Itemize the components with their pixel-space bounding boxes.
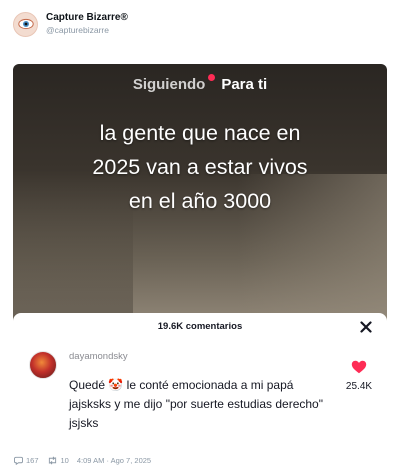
account-names: Capture Bizarre® @capturebizarre xyxy=(46,12,128,36)
post-meta: 167 10 4:09 AM · Ago 7, 2025 xyxy=(14,456,159,465)
commenter-username[interactable]: dayamondsky xyxy=(69,351,128,362)
repost-action[interactable]: 10 xyxy=(47,456,69,465)
repost-icon xyxy=(48,456,56,465)
reply-icon xyxy=(14,456,23,465)
video-top-tabs: Siguiendo Para ti xyxy=(13,74,387,93)
caption-line: 2025 van a estar vivos xyxy=(92,155,308,179)
heart-icon xyxy=(351,360,367,374)
repost-count: 10 xyxy=(60,456,69,465)
close-icon xyxy=(360,321,372,333)
comment-text-start: Quedé xyxy=(69,378,109,392)
caption-line: la gente que nace en xyxy=(99,121,301,145)
video-caption-overlay: la gente que nace en 2025 van a estar vi… xyxy=(13,116,387,218)
comment-text: Quedé 🤡 le conté emocionada a mi papá ja… xyxy=(69,376,327,433)
comments-sheet: 19.6K comentarios dayamondsky Quedé 🤡 le… xyxy=(13,313,387,442)
clown-emoji-icon: 🤡 xyxy=(108,378,124,392)
reply-count: 167 xyxy=(26,456,39,465)
tab-siguiendo[interactable]: Siguiendo xyxy=(132,74,216,93)
live-dot-icon xyxy=(208,74,216,81)
tab-siguiendo-label: Siguiendo xyxy=(132,76,206,93)
eye-icon xyxy=(17,18,34,30)
like-button[interactable]: 25.4K xyxy=(339,360,379,392)
caption-line: en el año 3000 xyxy=(128,189,272,213)
comment-item: dayamondsky Quedé 🤡 le conté emocionada … xyxy=(13,349,387,437)
post-timestamp[interactable]: 4:09 AM · Ago 7, 2025 xyxy=(77,456,151,465)
tab-para-ti-label: Para ti xyxy=(221,76,268,93)
account-handle[interactable]: @capturebizarre xyxy=(46,24,128,36)
display-name[interactable]: Capture Bizarre® xyxy=(46,12,128,24)
account-avatar[interactable] xyxy=(13,11,38,37)
close-button[interactable] xyxy=(358,319,374,335)
commenter-avatar[interactable] xyxy=(29,351,57,379)
comments-count-title: 19.6K comentarios xyxy=(157,321,243,332)
reply-action[interactable]: 167 xyxy=(14,456,39,465)
like-count: 25.4K xyxy=(345,381,373,392)
post-header: Capture Bizarre® @capturebizarre xyxy=(13,9,128,39)
tab-para-ti[interactable]: Para ti xyxy=(221,76,267,93)
